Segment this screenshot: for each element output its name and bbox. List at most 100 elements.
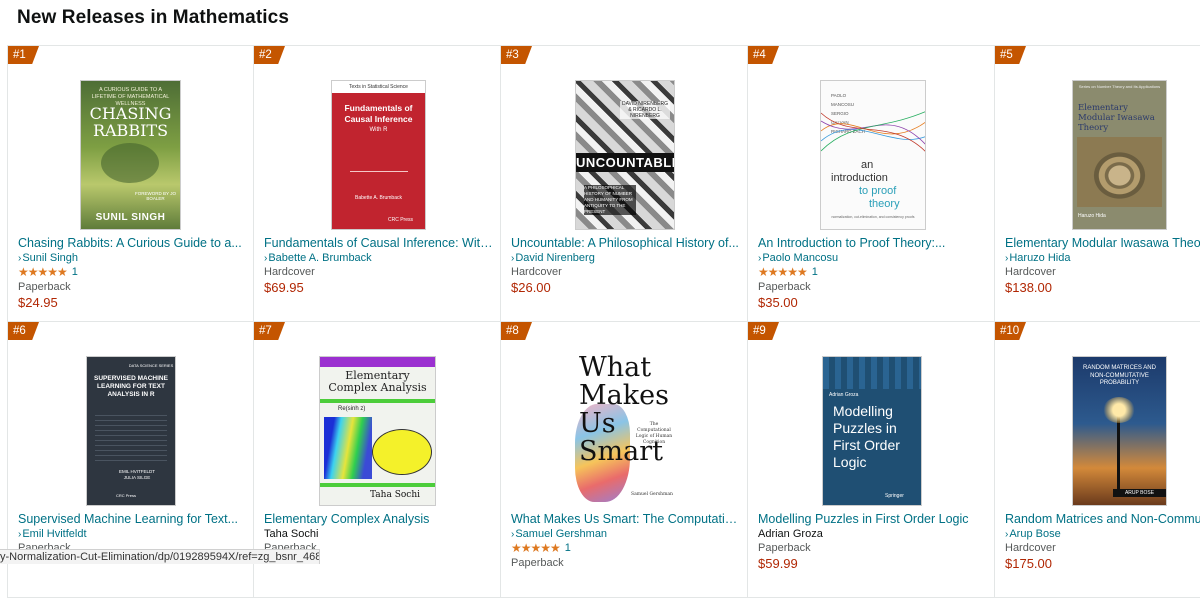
book-price: $175.00 — [1005, 555, 1052, 571]
author-link[interactable]: ›Paolo Mancosu — [758, 252, 988, 266]
rating-count[interactable]: 1 — [72, 266, 78, 280]
book-title-link[interactable]: Modelling Puzzles in First Order Logic — [758, 513, 988, 527]
book-card: #8 What Makes Us Smart The Computational… — [501, 322, 748, 597]
book-cover[interactable]: Adrian Groza Modelling Puzzles in First … — [822, 356, 922, 506]
book-info: Uncountable: A Philosophical History of.… — [511, 237, 741, 294]
book-price: $59.99 — [758, 555, 798, 571]
rank-badge: #4 — [748, 46, 779, 64]
book-title-link[interactable]: Random Matrices and Non-Commutative... — [1005, 512, 1200, 527]
author-name: Arup Bose — [1009, 527, 1061, 540]
book-title-link[interactable]: Fundamentals of Causal Inference: With R… — [264, 237, 494, 251]
author-name: Emil Hvitfeldt — [22, 527, 87, 540]
author-link[interactable]: ›Arup Bose — [1005, 528, 1200, 542]
cover-title: RANDOM MATRICES AND NON-COMMUTATIVE PROB… — [1083, 365, 1156, 386]
cover-title: Modelling Puzzles in First Order Logic — [833, 403, 900, 470]
rating[interactable]: ★★★★★ 1 — [18, 266, 247, 280]
author-link[interactable]: ›Samuel Gershman — [511, 528, 741, 542]
rank-badge: #9 — [748, 322, 779, 340]
rating-count[interactable]: 1 — [565, 542, 571, 556]
cover-green-bar-bottom — [320, 483, 435, 487]
cover-authors: DAVID NIRENBERG & RICARDO L. NIRENBERG — [620, 101, 670, 119]
book-cover[interactable]: PAOLO MANCOSU SERGIO GALVAN RICHARD ZACH… — [820, 80, 926, 230]
cover-landscape — [1077, 137, 1162, 207]
rating[interactable]: ★★★★★ 1 — [511, 542, 741, 556]
chevron-right-icon: › — [18, 252, 22, 264]
cover-text-pattern — [95, 411, 167, 461]
cover-lines-graphic — [821, 111, 925, 152]
book-info: Random Matrices and Non-Commutative... ›… — [1005, 512, 1200, 571]
cover-title: UNCOUNTABLE — [576, 153, 675, 172]
cover-title: What Makes Us Smart — [579, 352, 669, 467]
chevron-right-icon: › — [18, 528, 22, 540]
book-cover[interactable]: DATA SCIENCE SERIES SUPERVISED MACHINE L… — [86, 356, 176, 506]
book-price: $24.95 — [18, 294, 58, 310]
book-card: #9 Adrian Groza Modelling Puzzles in Fir… — [748, 322, 995, 597]
chevron-right-icon: › — [1005, 528, 1009, 540]
book-card: #4 PAOLO MANCOSU SERGIO GALVAN RICHARD Z… — [748, 46, 995, 321]
author-name: Paolo Mancosu — [762, 251, 839, 264]
book-title-link[interactable]: Chasing Rabbits: A Curious Guide to a... — [18, 237, 247, 251]
book-info: Modelling Puzzles in First Order Logic A… — [758, 513, 988, 570]
book-cover[interactable]: Series on Number Theory and Its Applicat… — [1072, 80, 1167, 230]
rank-badge: #2 — [254, 46, 285, 64]
cover-publisher: CRC Press — [387, 217, 413, 223]
author-link[interactable]: ›Haruzo Hida — [1005, 252, 1200, 266]
rank-badge: #5 — [995, 46, 1026, 64]
cover-title-line: introduction — [831, 172, 888, 184]
rank-badge: #8 — [501, 322, 532, 340]
rating[interactable]: ★★★★★ 1 — [758, 266, 988, 280]
book-format: Hardcover — [1005, 542, 1056, 554]
cover-lamp-glow — [1103, 397, 1135, 423]
cover-title: Fundamentals of Causal Inference — [344, 103, 413, 124]
book-card: #2 Texts in Statistical Science Fundamen… — [254, 46, 501, 321]
cover-subtitle: The Computational Logic of Human Cogniti… — [635, 422, 673, 445]
book-title-link[interactable]: An Introduction to Proof Theory:... — [758, 237, 988, 251]
tree-shape — [101, 143, 159, 183]
cover-series: DATA SCIENCE SERIES — [128, 363, 174, 368]
book-price: $35.00 — [758, 294, 798, 310]
book-format: Paperback — [18, 281, 71, 293]
cover-author: Babette A. Brumback — [355, 195, 402, 201]
book-title-link[interactable]: Uncountable: A Philosophical History of.… — [511, 237, 741, 251]
chevron-right-icon: › — [264, 252, 268, 264]
book-grid: #1 A CURIOUS GUIDE TO A LIFETIME OF MATH… — [7, 45, 1200, 598]
author-name: Samuel Gershman — [515, 527, 608, 540]
cover-author: Adrian Groza — [829, 392, 859, 398]
book-title-link[interactable]: Elementary Modular Iwasawa Theory... — [1005, 237, 1200, 251]
book-cover[interactable]: Elementary Complex Analysis Re(sinh z) T… — [319, 356, 436, 506]
cover-plot — [324, 417, 372, 479]
book-cover[interactable]: DAVID NIRENBERG & RICARDO L. NIRENBERG U… — [575, 80, 675, 230]
chevron-right-icon: › — [511, 252, 515, 264]
author-name: Adrian Groza — [758, 527, 823, 540]
book-cover[interactable]: What Makes Us Smart The Computational Lo… — [573, 352, 679, 507]
book-info: Fundamentals of Causal Inference: With R… — [264, 237, 494, 294]
cover-title: SUPERVISED MACHINE LEARNING FOR TEXT ANA… — [94, 375, 168, 398]
rank-badge: #6 — [8, 322, 39, 340]
author-link[interactable]: ›Emil Hvitfeldt — [18, 528, 247, 542]
book-cover[interactable]: Texts in Statistical Science Fundamental… — [331, 80, 426, 230]
rank-badge: #7 — [254, 322, 285, 340]
grid-row: #1 A CURIOUS GUIDE TO A LIFETIME OF MATH… — [7, 46, 1200, 322]
book-cover[interactable]: RANDOM MATRICES AND NON-COMMUTATIVE PROB… — [1072, 356, 1167, 506]
cover-title-line: an — [861, 159, 874, 171]
cover-series: Texts in Statistical Science — [349, 84, 408, 90]
rating-count[interactable]: 1 — [812, 266, 818, 280]
author-link[interactable]: ›Babette A. Brumback — [264, 252, 494, 266]
book-title-link[interactable]: What Makes Us Smart: The Computational..… — [511, 513, 741, 527]
book-cover[interactable]: A CURIOUS GUIDE TO A LIFETIME OF MATHEMA… — [80, 80, 181, 230]
book-price: $138.00 — [1005, 279, 1052, 295]
book-card: #3 DAVID NIRENBERG & RICARDO L. NIRENBER… — [501, 46, 748, 321]
book-format: Paperback — [758, 281, 811, 293]
author-name: Sunil Singh — [22, 251, 78, 264]
cover-foreword: FOREWORD BY JO BOALER — [135, 191, 176, 201]
page-title: New Releases in Mathematics — [17, 7, 289, 28]
cover-green-bar — [320, 399, 435, 403]
cover-title: CHASING RABBITS — [89, 104, 172, 140]
five-star-icon: ★★★★★ — [18, 265, 68, 280]
book-title-link[interactable]: Elementary Complex Analysis — [264, 513, 494, 527]
book-info: An Introduction to Proof Theory:... ›Pao… — [758, 237, 988, 309]
book-title-link[interactable]: Supervised Machine Learning for Text... — [18, 513, 247, 527]
author-link[interactable]: ›David Nirenberg — [511, 252, 741, 266]
book-price: $26.00 — [511, 279, 551, 295]
author-link[interactable]: ›Sunil Singh — [18, 252, 247, 266]
